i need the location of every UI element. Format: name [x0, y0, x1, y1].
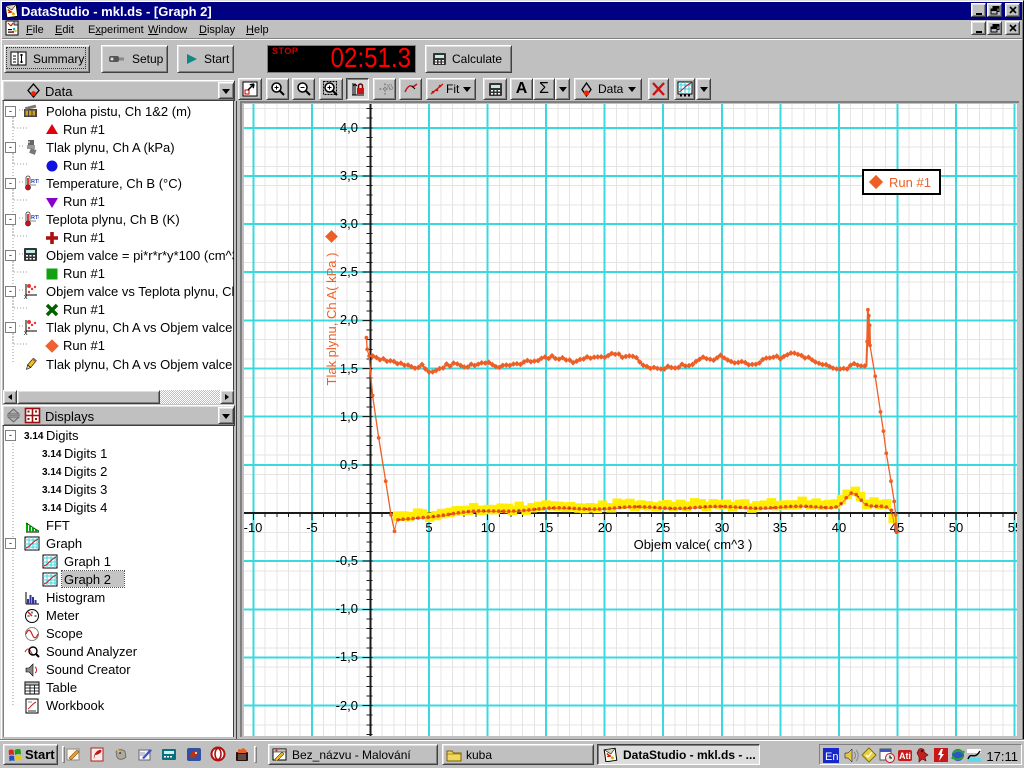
svg-text:3.14: 3.14	[42, 503, 62, 513]
svg-text:3.14: 3.14	[42, 449, 62, 459]
svg-text:-2,0: -2,0	[336, 698, 358, 713]
svg-text:3,0: 3,0	[340, 216, 358, 231]
svg-text:RTD: RTD	[31, 215, 39, 221]
svg-text:20: 20	[598, 520, 612, 535]
svg-text:10: 10	[481, 520, 495, 535]
svg-text:-0,5: -0,5	[336, 553, 358, 568]
svg-text:Run #1: Run #1	[889, 175, 931, 190]
svg-text:1,0: 1,0	[340, 409, 358, 424]
svg-text:40: 40	[832, 520, 846, 535]
svg-text:2,5: 2,5	[340, 264, 358, 279]
svg-text:50: 50	[949, 520, 963, 535]
svg-text:0,5: 0,5	[340, 457, 358, 472]
svg-text:2,0: 2,0	[340, 312, 358, 327]
svg-text:xy: xy	[386, 82, 393, 91]
svg-text:3.14: 3.14	[24, 431, 44, 441]
svg-text:En: En	[825, 751, 838, 763]
svg-text:5: 5	[425, 520, 432, 535]
svg-text:Ati: Ati	[899, 751, 911, 761]
svg-text:1,5: 1,5	[340, 361, 358, 376]
svg-text:Tlak plynu, Ch A( kPa ): Tlak plynu, Ch A( kPa )	[324, 253, 339, 386]
svg-text:4,0: 4,0	[340, 120, 358, 135]
svg-text:15: 15	[539, 520, 553, 535]
svg-text:25: 25	[656, 520, 670, 535]
svg-text:Objem valce( cm^3 ): Objem valce( cm^3 )	[634, 537, 753, 552]
svg-text:-1,5: -1,5	[336, 649, 358, 664]
svg-text:3.14: 3.14	[42, 467, 62, 477]
svg-text:3.14: 3.14	[42, 485, 62, 495]
svg-text:RTD: RTD	[31, 179, 39, 185]
svg-text:x: x	[24, 294, 28, 299]
svg-text:55: 55	[1008, 520, 1017, 535]
svg-text:30: 30	[715, 520, 729, 535]
svg-text:-5: -5	[306, 520, 318, 535]
svg-text:35: 35	[773, 520, 787, 535]
svg-text:-10: -10	[244, 520, 262, 535]
svg-text:3,5: 3,5	[340, 168, 358, 183]
svg-text:x: x	[24, 330, 28, 335]
svg-text:-1,0: -1,0	[336, 601, 358, 616]
